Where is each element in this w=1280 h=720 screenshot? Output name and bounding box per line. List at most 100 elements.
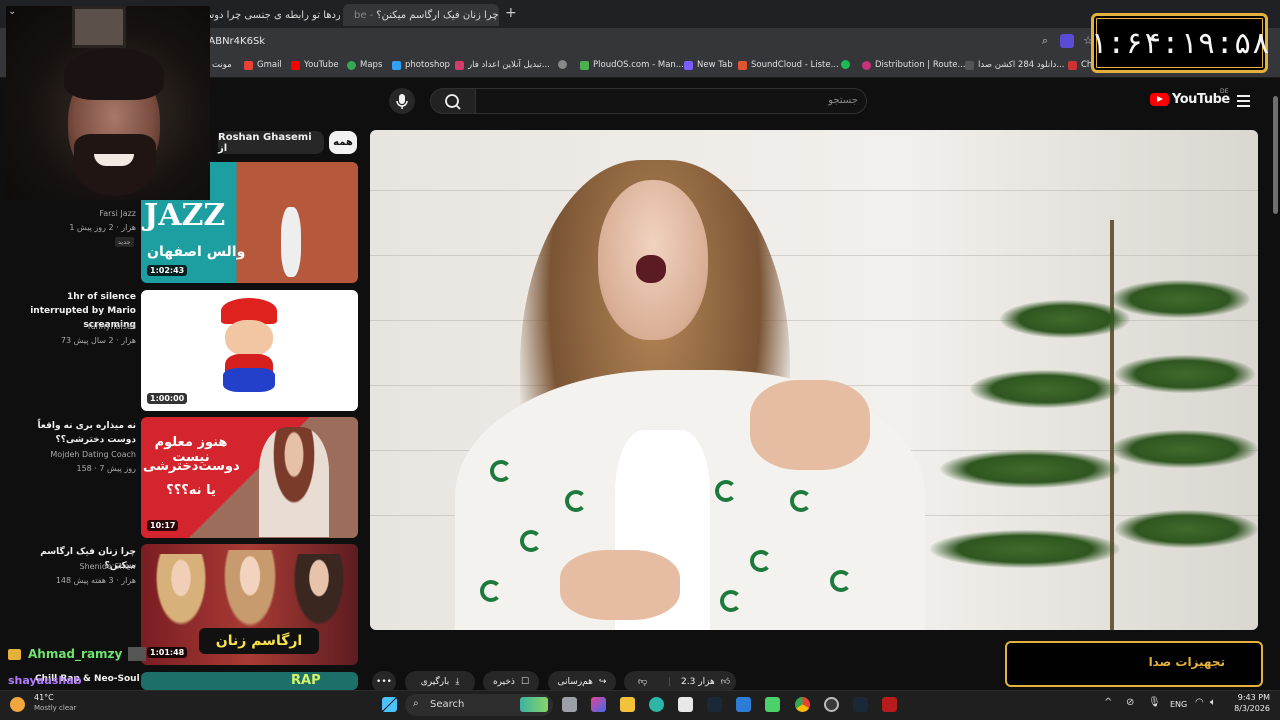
microphone-icon — [396, 94, 408, 109]
zoom-icon[interactable]: ⌕ — [1038, 34, 1052, 48]
edge-icon[interactable] — [649, 697, 664, 712]
file-explorer-icon[interactable] — [620, 697, 635, 712]
audio-equipment-label: تجهیزات صدا — [1148, 655, 1225, 669]
bookmark-maps[interactable]: Maps — [347, 60, 382, 70]
tab-prefix: be - — [354, 9, 374, 21]
weather-icon[interactable] — [10, 697, 25, 712]
related-thumbnail[interactable]: 1:00:00 — [141, 290, 358, 411]
hamburger-menu-icon[interactable] — [1237, 95, 1250, 107]
language-indicator[interactable]: ENG — [1170, 700, 1187, 709]
ploudos-icon — [580, 60, 589, 70]
wall-frame — [72, 6, 126, 48]
related-title[interactable]: نه میذاره بری نه واقعاً دوست دخترشی؟؟ — [6, 419, 137, 447]
related-thumbnail[interactable]: ارگاسم زنان 1:01:48 — [141, 544, 358, 665]
copilot-icon[interactable] — [591, 697, 606, 712]
related-channel[interactable]: Shenide Show — [80, 562, 137, 571]
newtab-icon — [684, 60, 693, 70]
bookmark-spotify[interactable] — [841, 60, 854, 69]
new-tab-button[interactable]: + — [505, 5, 517, 21]
browser-tab-2[interactable]: be - چرا زنان فیک ارگاسم میکنن؟ - You...… — [343, 4, 499, 26]
streamer-hair — [64, 48, 164, 100]
related-channel[interactable]: funnynoises — [88, 322, 136, 331]
bookmark-label: دانلود 284 اکشن صدا... — [978, 60, 1065, 70]
bookmark-converter[interactable]: تبدیل آنلاین اعداد فار... — [455, 60, 550, 70]
chip-from-channel[interactable]: Roshan Ghasemi از — [218, 131, 324, 154]
taskbar-time[interactable]: 9:43 PM — [1222, 693, 1270, 702]
obs-icon[interactable] — [824, 697, 839, 712]
distribution-icon — [862, 60, 871, 70]
weather-temp[interactable]: 41°C — [34, 693, 54, 702]
video-player[interactable] — [370, 130, 1258, 630]
scrollbar-thumb[interactable] — [1273, 96, 1278, 214]
windows-taskbar — [0, 690, 1280, 720]
converter-icon — [455, 60, 464, 70]
related-channel[interactable]: Farsi Jazz — [99, 209, 136, 218]
chevron-up-icon[interactable]: ^ — [1104, 697, 1112, 708]
bookmark-label: Gmail — [257, 60, 282, 70]
dota-icon[interactable] — [882, 697, 897, 712]
bookmark-label: YouTube — [304, 60, 339, 70]
new-badge: جدید — [115, 237, 134, 247]
figure-in-arch — [281, 207, 301, 277]
extension-icon[interactable] — [1060, 34, 1074, 48]
video-duration: 10:17 — [147, 520, 179, 531]
url-text[interactable]: /ABNr4K6Sk — [205, 36, 265, 47]
video-duration: 1:00:00 — [147, 393, 188, 404]
chrome-icon[interactable] — [795, 697, 810, 712]
spotify-icon — [841, 60, 850, 69]
bookmark-photoshop[interactable]: photoshop — [392, 60, 450, 70]
related-channel[interactable]: Mojdeh Dating Coach — [50, 450, 136, 459]
chat-message: shayaushab — [8, 674, 82, 687]
bookmark-distribution[interactable]: Distribution | Route... — [862, 60, 966, 70]
chat-username: Ahmad_ramzy — [28, 647, 123, 661]
video-duration: 1:01:48 — [147, 647, 188, 658]
bookmark-audio-download[interactable]: دانلود 284 اکشن صدا... — [965, 60, 1064, 70]
wifi-icon[interactable]: ◠ — [1195, 697, 1204, 708]
bookmark-youtube[interactable]: YouTube — [291, 60, 339, 70]
audio-icon — [965, 60, 974, 70]
stream-clock: ۱:۶۴:۱۹:۵۸ — [1089, 13, 1269, 73]
taskbar-date[interactable]: 8/3/2026 — [1222, 704, 1270, 713]
dislike-icon[interactable]: 👎︎ — [638, 677, 652, 687]
save-label: ذخیره — [492, 677, 515, 687]
task-view-icon[interactable] — [562, 697, 577, 712]
bookmark-globe[interactable] — [558, 60, 571, 69]
bookmark-item[interactable]: مونت — [212, 60, 232, 70]
bookmark-label: مونت — [212, 60, 232, 70]
chevron-down-icon[interactable]: ⌄ — [8, 6, 16, 17]
ch-icon — [1068, 60, 1077, 70]
guest-figure — [289, 554, 349, 634]
bookmark-newtab[interactable]: New Tab — [684, 60, 733, 70]
speaker-icon[interactable]: 🔈︎ — [1210, 697, 1216, 708]
youtube-play-icon — [1150, 93, 1169, 106]
download-icon: ⤓ — [455, 677, 460, 687]
thumb-text: ارگاسم زنان — [199, 628, 319, 654]
related-meta: 148 هزار · 3 هفته پیش — [55, 576, 136, 585]
youtube-logo[interactable]: YouTube — [1150, 92, 1230, 107]
voice-search-button[interactable] — [389, 88, 415, 114]
like-icon[interactable]: 👍︎ — [721, 677, 730, 687]
bookmark-gmail[interactable]: Gmail — [244, 60, 282, 70]
download-label: بارگیری — [420, 677, 450, 687]
bookmark-soundcloud[interactable]: SoundCloud - Liste... — [738, 60, 839, 70]
share-icon: ↪ — [598, 677, 607, 687]
browser-tab-1[interactable]: مردها تو رابطه ی جنسی چرا دوست... ✕ — [190, 4, 340, 26]
search-button[interactable] — [430, 88, 476, 114]
app-icon[interactable] — [765, 697, 780, 712]
thumb-text: RAP — [291, 673, 321, 688]
steam-icon[interactable] — [707, 697, 722, 712]
microphone-icon[interactable]: 🎙︎ — [1148, 697, 1161, 708]
vscode-icon[interactable] — [736, 697, 751, 712]
store-icon[interactable] — [678, 697, 693, 712]
bookmark-ploudos[interactable]: PloudOS.com - Man... — [580, 60, 684, 70]
crown-icon — [8, 648, 21, 660]
steam-icon[interactable] — [853, 697, 868, 712]
related-thumbnail[interactable]: هنوز معلوم نیست دوست‌دخترشی یا نه؟؟؟ 10:… — [141, 417, 358, 538]
thumb-text: یا نه؟؟؟ — [166, 483, 216, 498]
bookmark-ch[interactable]: Ch — [1068, 60, 1092, 70]
chip-all[interactable]: همه — [329, 131, 357, 154]
mario-overalls — [223, 368, 275, 392]
windows-start-icon[interactable] — [382, 697, 397, 712]
related-thumbnail[interactable]: RAP — [141, 672, 358, 690]
network-icon[interactable]: ⊘ — [1126, 697, 1134, 708]
